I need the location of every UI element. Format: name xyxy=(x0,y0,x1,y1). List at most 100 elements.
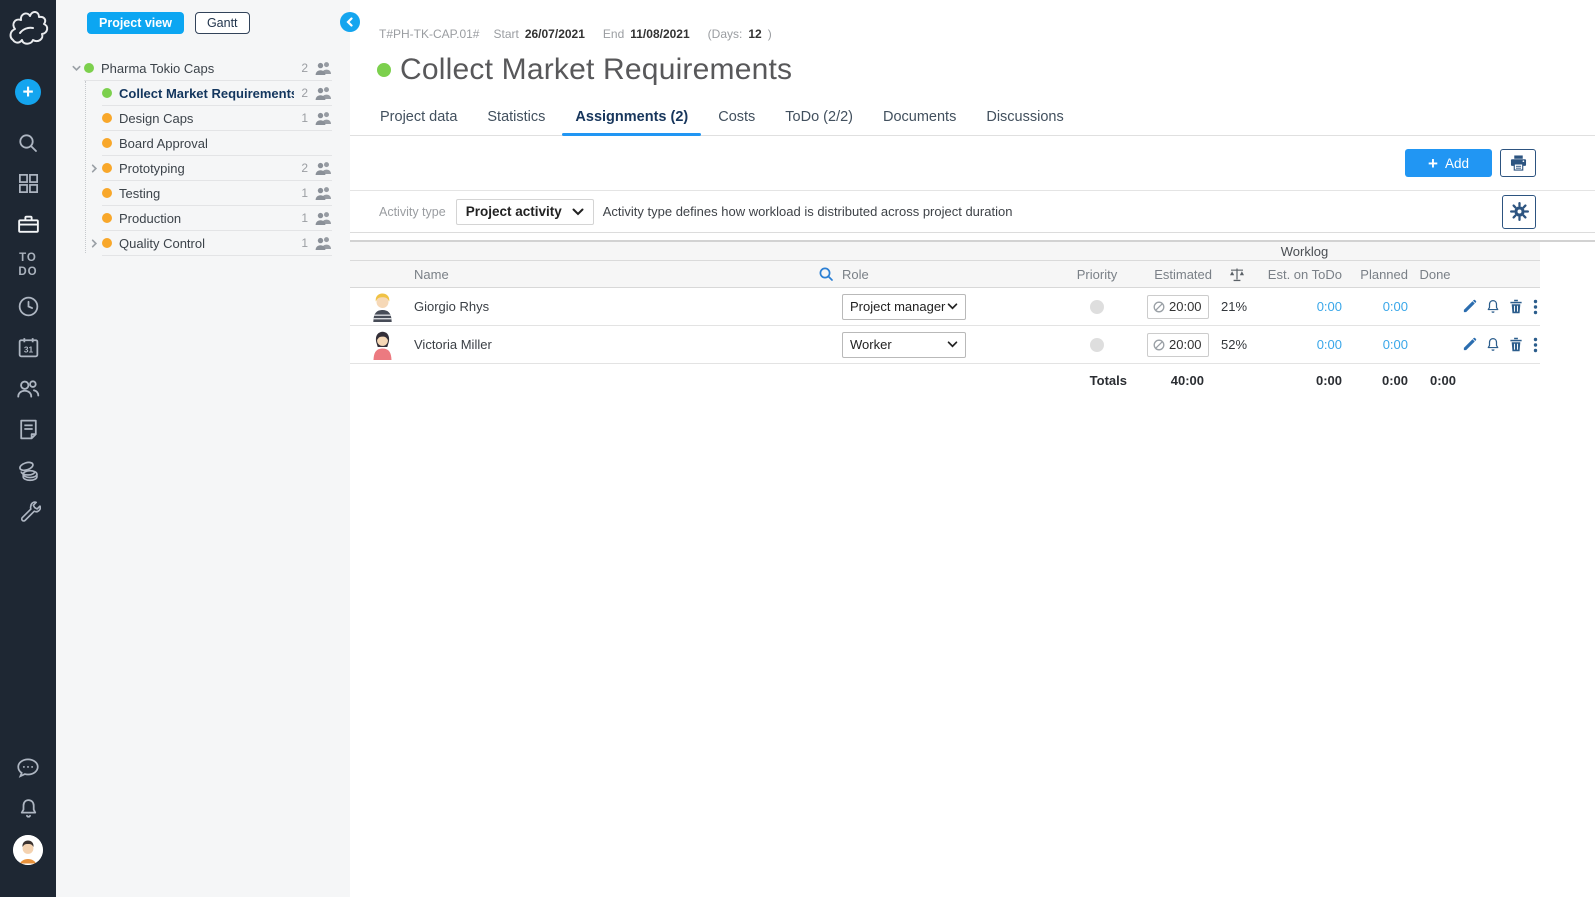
add-assignment-button[interactable]: + Add xyxy=(1405,149,1492,177)
status-dot xyxy=(102,213,112,223)
worklog-clock-icon[interactable] xyxy=(0,286,56,327)
tab-statistics[interactable]: Statistics xyxy=(472,100,560,135)
tab-costs[interactable]: Costs xyxy=(703,100,770,135)
priority-indicator[interactable] xyxy=(1090,300,1104,314)
costs-coins-icon[interactable] xyxy=(0,450,56,491)
table-group-header-row: Worklog xyxy=(350,242,1540,261)
estimated-value: 20:00 xyxy=(1169,337,1202,352)
edit-pencil-icon[interactable] xyxy=(1462,337,1477,353)
chat-icon[interactable] xyxy=(0,747,56,788)
tree-item-label: Testing xyxy=(119,186,294,201)
chevron-down-icon xyxy=(947,303,958,310)
plus-icon: + xyxy=(22,83,33,102)
end-label: End xyxy=(603,27,624,41)
activity-type-select[interactable]: Project activity xyxy=(456,199,594,225)
resources-people-icon[interactable] xyxy=(0,368,56,409)
projects-briefcase-icon[interactable] xyxy=(0,204,56,245)
tab-discussions[interactable]: Discussions xyxy=(971,100,1078,135)
notification-bell-icon[interactable] xyxy=(1486,299,1500,315)
collapse-tree-button[interactable] xyxy=(340,12,360,32)
start-date: 26/07/2021 xyxy=(525,27,585,41)
estimated-input[interactable]: 20:00 xyxy=(1147,295,1209,319)
search-icon[interactable] xyxy=(818,266,834,282)
status-dot xyxy=(102,138,112,148)
gear-icon xyxy=(1510,202,1529,221)
tree-item-collect-market-requirements[interactable]: Collect Market Requirements 2 xyxy=(56,81,350,106)
column-name: Name xyxy=(414,267,449,282)
project-tree-panel: Project view Gantt Pharma Tokio Caps 2 xyxy=(56,0,350,897)
chevron-placeholder xyxy=(86,211,102,227)
profile-avatar[interactable] xyxy=(13,835,43,865)
priority-indicator[interactable] xyxy=(1090,338,1104,352)
tree-item-label: Prototyping xyxy=(119,161,294,176)
print-button[interactable] xyxy=(1500,149,1536,177)
activity-type-hint: Activity type defines how workload is di… xyxy=(603,204,1502,219)
est-on-todo-link[interactable]: 0:00 xyxy=(1317,337,1342,352)
avatar xyxy=(350,291,414,322)
tab-assignments[interactable]: Assignments (2) xyxy=(560,100,703,135)
edit-pencil-icon[interactable] xyxy=(1462,299,1477,315)
tree-item-label: Board Approval xyxy=(119,136,332,151)
chevron-placeholder xyxy=(86,111,102,127)
chevron-down-icon xyxy=(947,341,958,348)
app-sidebar: + TO DO xyxy=(0,0,56,897)
clock-icon xyxy=(1153,339,1165,351)
estimated-input[interactable]: 20:00 xyxy=(1147,333,1209,357)
status-dot xyxy=(102,188,112,198)
people-count-icon xyxy=(315,211,332,225)
tree-item-board-approval[interactable]: Board Approval xyxy=(56,131,350,156)
assignee-count: 1 xyxy=(301,111,308,125)
people-count-icon xyxy=(315,161,332,175)
assignee-count: 2 xyxy=(301,86,308,100)
search-icon[interactable] xyxy=(0,122,56,163)
tree-item-pharma-tokio-caps[interactable]: Pharma Tokio Caps 2 xyxy=(56,56,350,81)
todo-nav-item[interactable]: TO DO xyxy=(0,245,56,286)
table-settings-button[interactable] xyxy=(1502,195,1536,229)
est-on-todo-link[interactable]: 0:00 xyxy=(1317,299,1342,314)
delete-trash-icon[interactable] xyxy=(1509,337,1523,353)
estimated-value: 20:00 xyxy=(1169,299,1202,314)
assignment-row: Victoria Miller Worker 20:00 52% 0:00 xyxy=(350,326,1540,364)
delete-trash-icon[interactable] xyxy=(1509,299,1523,315)
tab-project-data[interactable]: Project data xyxy=(365,100,472,135)
tree-item-quality-control[interactable]: Quality Control 1 xyxy=(56,231,350,256)
tree-item-design-caps[interactable]: Design Caps 1 xyxy=(56,106,350,131)
column-priority: Priority xyxy=(1047,267,1147,282)
tree-item-label: Production xyxy=(119,211,294,226)
tools-wrench-icon[interactable] xyxy=(0,491,56,532)
activity-type-row: Activity type Project activity Activity … xyxy=(350,191,1595,233)
people-count-icon xyxy=(315,86,332,100)
assignee-count: 2 xyxy=(301,61,308,75)
chevron-right-icon[interactable] xyxy=(86,161,102,177)
role-select[interactable]: Worker xyxy=(842,332,966,358)
calendar-icon[interactable]: 31 xyxy=(0,327,56,368)
notes-document-icon[interactable] xyxy=(0,409,56,450)
chevron-down-icon[interactable] xyxy=(68,61,84,77)
dashboard-icon[interactable] xyxy=(0,163,56,204)
tab-todo[interactable]: ToDo (2/2) xyxy=(770,100,868,135)
activity-type-label: Activity type xyxy=(379,205,446,219)
more-options-icon[interactable] xyxy=(1532,299,1538,315)
notification-bell-icon[interactable] xyxy=(1486,337,1500,353)
clock-icon xyxy=(1153,301,1165,313)
more-options-icon[interactable] xyxy=(1532,337,1538,353)
column-estimated: Estimated xyxy=(1147,267,1212,282)
column-est-on-todo: Est. on ToDo xyxy=(1262,267,1342,282)
twproject-logo-icon[interactable] xyxy=(5,6,51,52)
planned-link[interactable]: 0:00 xyxy=(1383,337,1408,352)
page-title: Collect Market Requirements xyxy=(400,53,792,87)
tree-item-production[interactable]: Production 1 xyxy=(56,206,350,231)
totals-estimated: 40:00 xyxy=(1147,373,1212,388)
chevron-right-icon[interactable] xyxy=(86,236,102,252)
tab-documents[interactable]: Documents xyxy=(868,100,971,135)
project-view-button[interactable]: Project view xyxy=(87,12,184,34)
add-global-button[interactable]: + xyxy=(15,79,41,105)
gantt-button[interactable]: Gantt xyxy=(195,12,250,34)
tree-item-label: Collect Market Requirements xyxy=(119,86,294,101)
assignee-count: 1 xyxy=(301,236,308,250)
planned-link[interactable]: 0:00 xyxy=(1383,299,1408,314)
tree-item-prototyping[interactable]: Prototyping 2 xyxy=(56,156,350,181)
role-select[interactable]: Project manager xyxy=(842,294,966,320)
tree-item-testing[interactable]: Testing 1 xyxy=(56,181,350,206)
notifications-bell-icon[interactable] xyxy=(0,788,56,829)
